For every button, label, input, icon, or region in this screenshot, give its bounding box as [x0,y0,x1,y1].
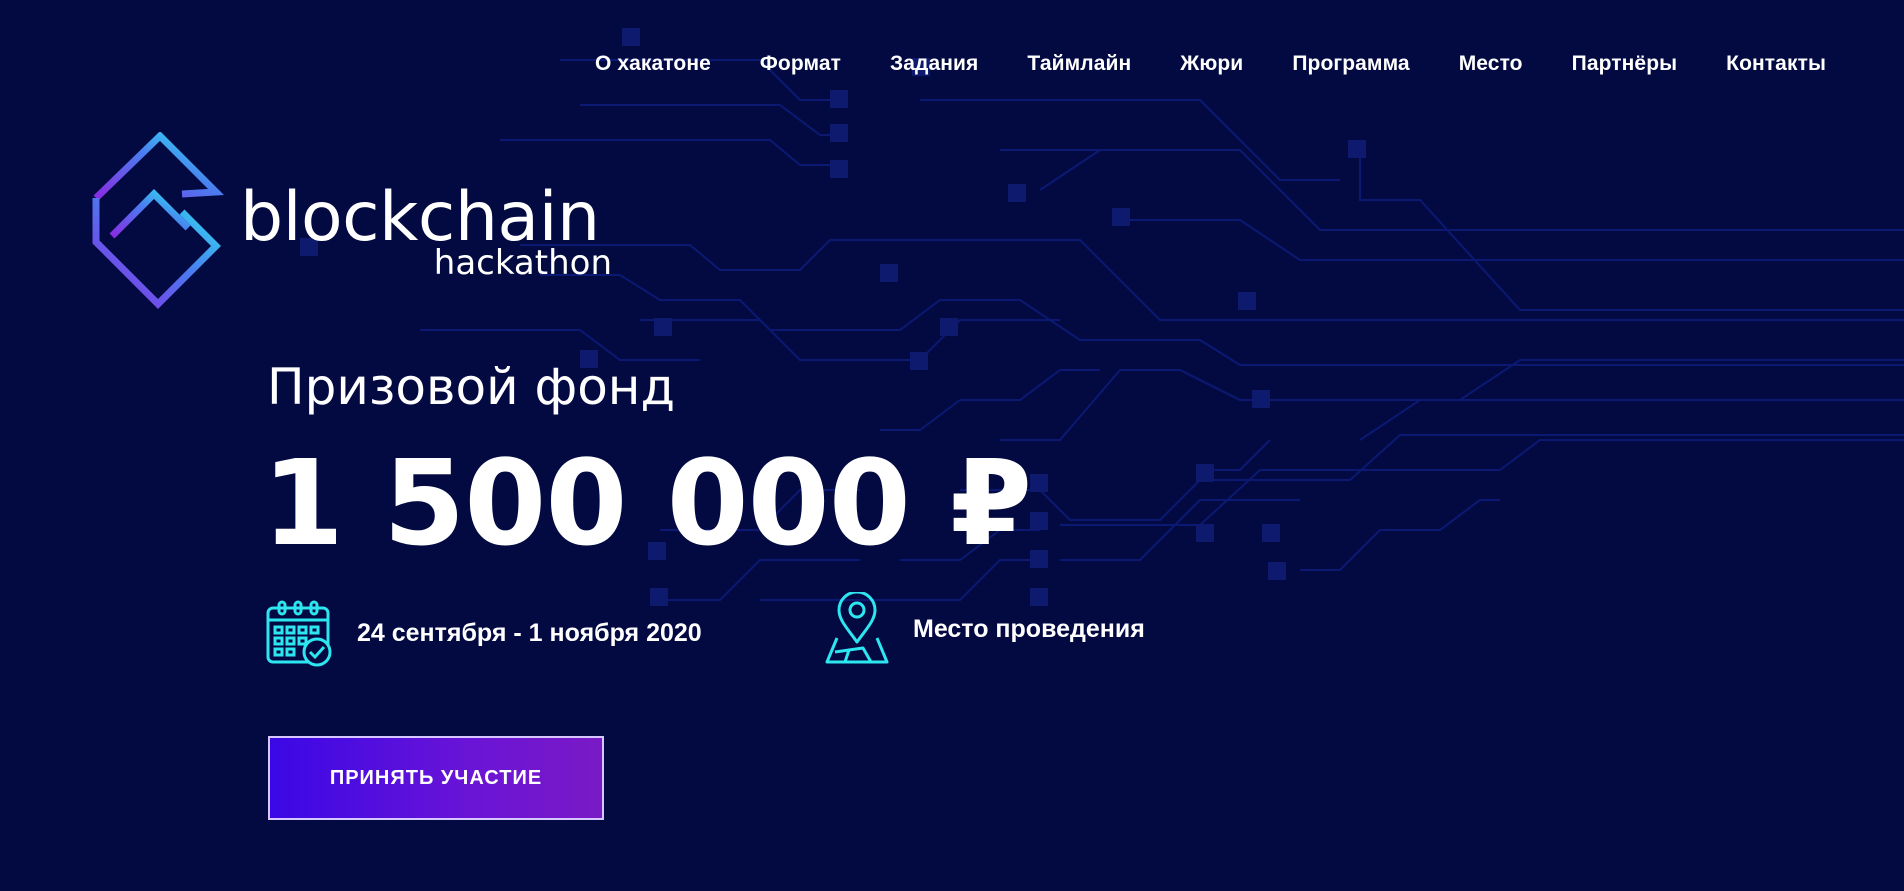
nav-item-place[interactable]: Место [1459,52,1523,76]
nav-item-format[interactable]: Формат [760,52,841,76]
event-place[interactable]: Место проведения [823,592,1145,666]
nav-item-about[interactable]: О хакатоне [595,52,711,76]
prize-amount: 1 500 000 ₽ [262,434,1032,572]
prize-label: Призовой фонд [267,358,676,416]
nav-item-tasks[interactable]: Задания [890,52,978,76]
event-place-link: Место проведения [913,614,1145,643]
calendar-check-icon [266,600,332,667]
event-dates-text: 24 сентября - 1 ноября 2020 [357,618,702,647]
nav-item-program[interactable]: Программа [1292,52,1409,76]
logo-subtitle: hackathon [433,243,612,283]
map-pin-icon [825,592,889,664]
nav-item-timeline[interactable]: Таймлайн [1027,52,1131,76]
event-dates: 24 сентября - 1 ноября 2020 [265,598,702,668]
nav-item-partners[interactable]: Партнёры [1572,52,1678,76]
site-logo[interactable]: blockchain hackathon [92,132,612,312]
logo-wordmark: blockchain [240,178,600,257]
nav-item-contacts[interactable]: Контакты [1726,52,1826,76]
nav-item-jury[interactable]: Жюри [1180,52,1243,76]
top-nav: О хакатоне Формат Задания Таймлайн Жюри … [546,52,1826,76]
join-button[interactable]: ПРИНЯТЬ УЧАСТИЕ [268,736,604,820]
blockchain-diamond-logo-icon [92,132,224,309]
